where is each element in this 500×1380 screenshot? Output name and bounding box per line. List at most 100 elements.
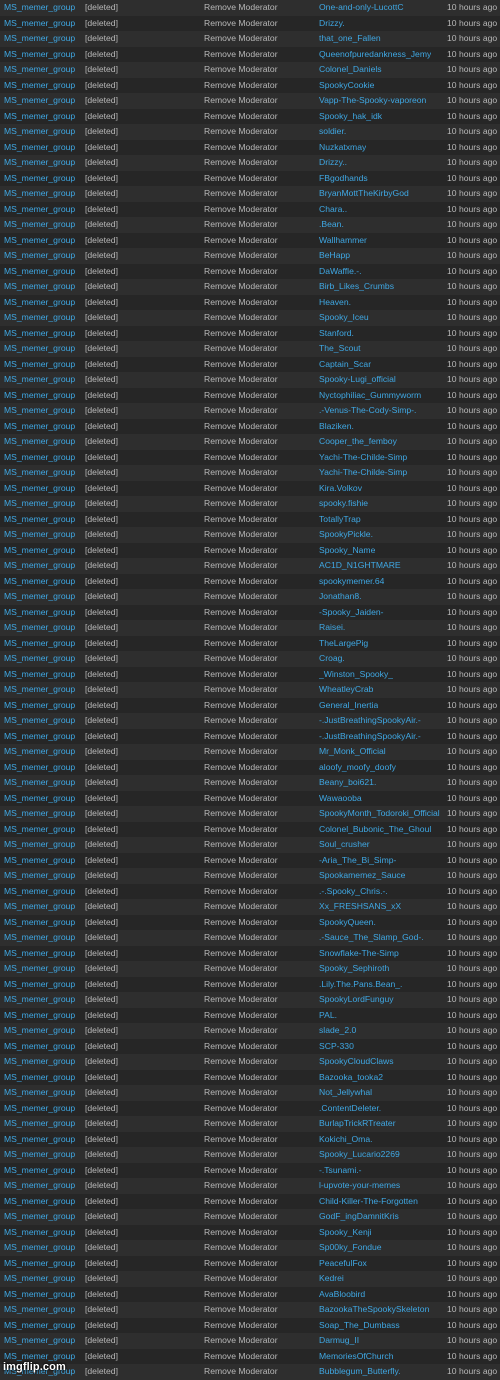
group-link[interactable]: MS_memer_group (4, 946, 75, 962)
group-link[interactable]: MS_memer_group (4, 1147, 75, 1163)
group-link[interactable]: MS_memer_group (4, 760, 75, 776)
target-user-link[interactable]: Child-Killer-The-Forgotten (319, 1194, 418, 1210)
group-link[interactable]: MS_memer_group (4, 1271, 75, 1287)
target-user-link[interactable]: Captain_Scar (319, 357, 371, 373)
target-user-link[interactable]: Croag. (319, 651, 345, 667)
target-user-link[interactable]: spooky.fishie (319, 496, 368, 512)
target-user-link[interactable]: -.Tsunami.- (319, 1163, 362, 1179)
group-link[interactable]: MS_memer_group (4, 1132, 75, 1148)
group-link[interactable]: MS_memer_group (4, 853, 75, 869)
target-user-link[interactable]: Vapp-The-Spooky-vaporeon (319, 93, 426, 109)
target-user-link[interactable]: that_one_Fallen (319, 31, 381, 47)
group-link[interactable]: MS_memer_group (4, 481, 75, 497)
target-user-link[interactable]: .ContentDeleter. (319, 1101, 381, 1117)
group-link[interactable]: MS_memer_group (4, 527, 75, 543)
group-link[interactable]: MS_memer_group (4, 1194, 75, 1210)
group-link[interactable]: MS_memer_group (4, 961, 75, 977)
group-link[interactable]: MS_memer_group (4, 1085, 75, 1101)
group-link[interactable]: MS_memer_group (4, 78, 75, 94)
group-link[interactable]: MS_memer_group (4, 248, 75, 264)
target-user-link[interactable]: Yachi-The-Childe-Simp (319, 465, 407, 481)
group-link[interactable]: MS_memer_group (4, 806, 75, 822)
target-user-link[interactable]: SpookyQueen. (319, 915, 376, 931)
target-user-link[interactable]: Spookamemez_Sauce (319, 868, 405, 884)
group-link[interactable]: MS_memer_group (4, 124, 75, 140)
group-link[interactable]: MS_memer_group (4, 1240, 75, 1256)
target-user-link[interactable]: Spooky_Kenji (319, 1225, 372, 1241)
target-user-link[interactable]: Blaziken. (319, 419, 354, 435)
group-link[interactable]: MS_memer_group (4, 155, 75, 171)
group-link[interactable]: MS_memer_group (4, 109, 75, 125)
target-user-link[interactable]: SpookyMonth_Todoroki_Official (319, 806, 440, 822)
target-user-link[interactable]: aloofy_moofy_doofy (319, 760, 396, 776)
target-user-link[interactable]: Xx_FRESHSANS_xX (319, 899, 401, 915)
group-link[interactable]: MS_memer_group (4, 202, 75, 218)
target-user-link[interactable]: The_Scout (319, 341, 361, 357)
group-link[interactable]: MS_memer_group (4, 0, 75, 16)
target-user-link[interactable]: PeacefulFox (319, 1256, 367, 1272)
group-link[interactable]: MS_memer_group (4, 713, 75, 729)
group-link[interactable]: MS_memer_group (4, 1116, 75, 1132)
group-link[interactable]: MS_memer_group (4, 682, 75, 698)
target-user-link[interactable]: FBgodhands (319, 171, 368, 187)
target-user-link[interactable]: .Bean. (319, 217, 344, 233)
target-user-link[interactable]: TotallyTrap (319, 512, 361, 528)
target-user-link[interactable]: soldier. (319, 124, 346, 140)
target-user-link[interactable]: SpookyPickle. (319, 527, 373, 543)
group-link[interactable]: MS_memer_group (4, 279, 75, 295)
group-link[interactable]: MS_memer_group (4, 915, 75, 931)
target-user-link[interactable]: Mr_Monk_Official (319, 744, 386, 760)
target-user-link[interactable]: BryanMottTheKirbyGod (319, 186, 409, 202)
group-link[interactable]: MS_memer_group (4, 1178, 75, 1194)
target-user-link[interactable]: -Aria_The_Bi_Simp- (319, 853, 396, 869)
group-link[interactable]: MS_memer_group (4, 1163, 75, 1179)
group-link[interactable]: MS_memer_group (4, 465, 75, 481)
target-user-link[interactable]: PAL. (319, 1008, 337, 1024)
target-user-link[interactable]: Spooky_Iceu (319, 310, 369, 326)
group-link[interactable]: MS_memer_group (4, 1054, 75, 1070)
group-link[interactable]: MS_memer_group (4, 605, 75, 621)
group-link[interactable]: MS_memer_group (4, 822, 75, 838)
group-link[interactable]: MS_memer_group (4, 264, 75, 280)
group-link[interactable]: MS_memer_group (4, 233, 75, 249)
group-link[interactable]: MS_memer_group (4, 1333, 75, 1349)
target-user-link[interactable]: Birb_Likes_Crumbs (319, 279, 394, 295)
target-user-link[interactable]: Bubblegum_Butterfly. (319, 1364, 401, 1380)
target-user-link[interactable]: Kedrei (319, 1271, 344, 1287)
target-user-link[interactable]: Yachi-The-Childe-Simp (319, 450, 407, 466)
target-user-link[interactable]: SpookyCloudClaws (319, 1054, 394, 1070)
group-link[interactable]: MS_memer_group (4, 992, 75, 1008)
group-link[interactable]: MS_memer_group (4, 1256, 75, 1272)
target-user-link[interactable]: BazookaTheSpookySkeleton (319, 1302, 429, 1318)
target-user-link[interactable]: Spooky_hak_idk (319, 109, 382, 125)
group-link[interactable]: MS_memer_group (4, 1318, 75, 1334)
group-link[interactable]: MS_memer_group (4, 1209, 75, 1225)
group-link[interactable]: MS_memer_group (4, 388, 75, 404)
target-user-link[interactable]: General_Inertia (319, 698, 378, 714)
target-user-link[interactable]: -.JustBreathingSpookyAir.- (319, 713, 421, 729)
group-link[interactable]: MS_memer_group (4, 574, 75, 590)
target-user-link[interactable]: BeHapp (319, 248, 350, 264)
target-user-link[interactable]: One-and-only-LucottC (319, 0, 404, 16)
target-user-link[interactable]: DaWaffle.-. (319, 264, 362, 280)
target-user-link[interactable]: Heaven. (319, 295, 351, 311)
target-user-link[interactable]: Colonel_Bubonic_The_Ghoul (319, 822, 431, 838)
group-link[interactable]: MS_memer_group (4, 93, 75, 109)
group-link[interactable]: MS_memer_group (4, 837, 75, 853)
group-link[interactable]: MS_memer_group (4, 1070, 75, 1086)
group-link[interactable]: MS_memer_group (4, 930, 75, 946)
group-link[interactable]: MS_memer_group (4, 543, 75, 559)
group-link[interactable]: MS_memer_group (4, 1225, 75, 1241)
target-user-link[interactable]: SpookyCookie (319, 78, 374, 94)
group-link[interactable]: MS_memer_group (4, 868, 75, 884)
group-link[interactable]: MS_memer_group (4, 729, 75, 745)
group-link[interactable]: MS_memer_group (4, 636, 75, 652)
group-link[interactable]: MS_memer_group (4, 558, 75, 574)
target-user-link[interactable]: Queenofpuredankness_Jemy (319, 47, 431, 63)
target-user-link[interactable]: Spooky_Sephiroth (319, 961, 389, 977)
group-link[interactable]: MS_memer_group (4, 620, 75, 636)
target-user-link[interactable]: Kira.Volkov (319, 481, 362, 497)
target-user-link[interactable]: .-.Spooky_Chris.-. (319, 884, 388, 900)
group-link[interactable]: MS_memer_group (4, 403, 75, 419)
target-user-link[interactable]: Drizzy.. (319, 155, 347, 171)
